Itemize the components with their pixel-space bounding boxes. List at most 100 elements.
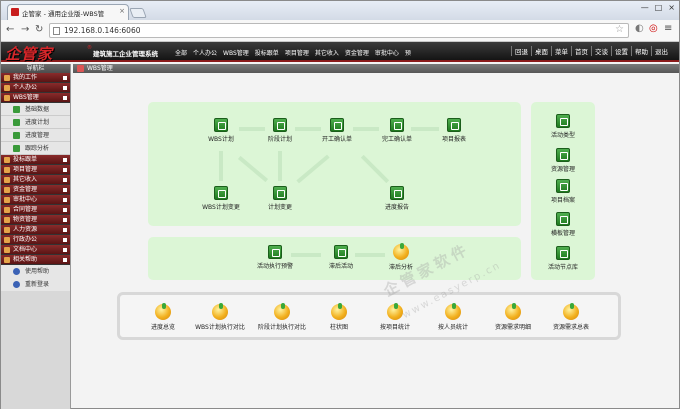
system-name: 建筑施工企业管理系统 (93, 50, 158, 58)
chat-link[interactable]: 交谈 (591, 46, 611, 56)
expand-icon (63, 208, 67, 212)
sidebar-item-label: 相关帮助 (13, 256, 38, 263)
logout-link[interactable]: 退出 (651, 46, 671, 56)
sidebar-subitem-tracking[interactable]: 跟踪分析 (1, 142, 70, 155)
node-activity-type[interactable]: 活动类型 (537, 114, 589, 139)
sidebar-item-bidding[interactable]: 投标跟单 (1, 155, 70, 165)
node-project-report[interactable]: 项目报表 (428, 118, 480, 143)
top-menu-item[interactable]: WBS管理 (221, 48, 251, 57)
sidebar-item-wbs[interactable]: WBS管理 (1, 93, 70, 103)
reload-icon[interactable]: ↻ (35, 24, 43, 35)
sidebar-item-materials[interactable]: 物资管理 (1, 215, 70, 225)
sidebar-item-docs[interactable]: 文档中心 (1, 245, 70, 255)
sidebar-subitem-progress-mgmt[interactable]: 进度管理 (1, 129, 70, 142)
sidebar-item-label: 人力资源 (13, 226, 38, 233)
sidebar-subitem-base-data[interactable]: 基础数据 (1, 103, 70, 116)
sidebar-subitem-progress-plan[interactable]: 进度计划 (1, 116, 70, 129)
report-resource-summary[interactable]: 资源需求总表 (545, 303, 597, 331)
node-lagging-activity[interactable]: 滞后活动 (315, 245, 367, 270)
node-activity-library[interactable]: 活动节点库 (537, 246, 589, 271)
opera-icon[interactable]: ◎ (649, 23, 658, 34)
browser-window: 企管家 - 通用企业版-WBS管 × — □ × ← → ↻ 192.168.0… (0, 0, 680, 409)
sidebar-item-help[interactable]: 相关帮助 (1, 255, 70, 265)
report-progress-overview[interactable]: 进度总览 (137, 303, 189, 331)
expand-icon (63, 198, 67, 202)
node-wbs-plan[interactable]: WBS计划 (195, 118, 247, 143)
top-menu-item[interactable]: 投标跟单 (253, 48, 281, 57)
report-icon (331, 303, 347, 320)
page-icon (53, 27, 60, 35)
report-bar-chart[interactable]: 柱状图 (313, 303, 365, 331)
menu-icon[interactable]: ≡ (664, 23, 672, 34)
finish-confirm-icon (390, 118, 404, 132)
sidebar-item-my-work[interactable]: 我的工作 (1, 73, 70, 83)
top-menu-item[interactable]: 预 (403, 48, 413, 57)
node-label: WBS计划 (208, 136, 234, 143)
maximize-button[interactable]: □ (655, 3, 663, 12)
sidebar-title: 导航栏 (1, 64, 70, 73)
node-label: 活动节点库 (547, 264, 578, 271)
tab-close-icon[interactable]: × (119, 7, 125, 15)
collapse-icon (63, 96, 67, 100)
settings-link[interactable]: 设置 (611, 46, 631, 56)
help-link[interactable]: 帮助 (631, 46, 651, 56)
node-start-confirm[interactable]: 开工确认单 (311, 118, 363, 143)
node-label: 资源需求总表 (552, 324, 589, 331)
sidebar-subitem-relogin[interactable]: 重新登录 (1, 278, 70, 291)
sidebar-item-project[interactable]: 项目管理 (1, 165, 70, 175)
top-menu-item[interactable]: 审批中心 (373, 48, 401, 57)
node-finish-confirm[interactable]: 完工确认单 (371, 118, 423, 143)
extension-icon[interactable]: ◐ (635, 23, 644, 34)
top-menu-item[interactable]: 全部 (173, 48, 189, 57)
node-project-archive[interactable]: 项目档案 (537, 179, 589, 204)
sidebar-subitem-user-help[interactable]: 使用帮助 (1, 265, 70, 278)
sidebar-item-admin[interactable]: 行政办公 (1, 235, 70, 245)
expand-icon (63, 86, 67, 90)
bookmark-star-icon[interactable]: ☆ (615, 24, 624, 35)
report-stage-compare[interactable]: 阶段计划执行对比 (249, 303, 315, 331)
report-resource-detail[interactable]: 资源需求明细 (487, 303, 539, 331)
close-button[interactable]: × (668, 3, 675, 12)
report-icon (274, 303, 290, 320)
back-icon[interactable]: ← (6, 24, 14, 35)
forward-icon[interactable]: → (21, 24, 29, 35)
node-activity-warning[interactable]: 活动执行预警 (249, 245, 301, 270)
node-wbs-change[interactable]: WBS计划变更 (195, 186, 247, 211)
node-label: 完工确认单 (381, 136, 412, 143)
node-plan-change[interactable]: 计划变更 (254, 186, 306, 211)
node-stage-plan[interactable]: 阶段计划 (254, 118, 306, 143)
report-by-person[interactable]: 按人员统计 (427, 303, 479, 331)
sidebar-item-contract[interactable]: 合同管理 (1, 205, 70, 215)
collapse-icon (63, 258, 67, 262)
desktop-link[interactable]: 桌面 (531, 46, 551, 56)
report-wbs-compare[interactable]: WBS计划执行对比 (187, 303, 253, 331)
sidebar-item-hr[interactable]: 人力资源 (1, 225, 70, 235)
menu-link[interactable]: 菜单 (551, 46, 571, 56)
node-resource-mgmt[interactable]: 资源管理 (537, 148, 589, 173)
node-label: 按项目统计 (379, 324, 410, 331)
minimize-button[interactable]: — (641, 3, 649, 12)
project-archive-icon (556, 179, 570, 193)
node-label: 开工确认单 (321, 136, 352, 143)
top-menu-item[interactable]: 其它收入 (313, 48, 341, 57)
template-mgmt-icon (556, 212, 570, 226)
sidebar-item-personal[interactable]: 个人办公 (1, 83, 70, 93)
browser-tab[interactable]: 企管家 - 通用企业版-WBS管 × (7, 4, 129, 20)
new-tab-button[interactable] (129, 8, 147, 18)
node-label: 计划变更 (267, 204, 292, 211)
home-link[interactable]: 首页 (571, 46, 591, 56)
top-menu-item[interactable]: 个人办公 (191, 48, 219, 57)
sidebar-item-funds[interactable]: 资金管理 (1, 185, 70, 195)
sidebar-item-other-income[interactable]: 其它收入 (1, 175, 70, 185)
top-menu-item[interactable]: 资金管理 (343, 48, 371, 57)
app-logo: 企管家 (5, 45, 54, 63)
address-bar[interactable]: 192.168.0.146:6060 ☆ (49, 23, 629, 38)
node-template-mgmt[interactable]: 横板管理 (537, 212, 589, 237)
top-menu-item[interactable]: 项目管理 (283, 48, 311, 57)
wbs-change-icon (214, 186, 228, 200)
node-label: 活动执行预警 (256, 263, 293, 270)
sidebar-item-approval[interactable]: 审批中心 (1, 195, 70, 205)
sidebar-item-label: WBS管理 (13, 94, 39, 101)
back-link[interactable]: 回退 (511, 46, 531, 56)
node-progress-report[interactable]: 进度报告 (371, 186, 423, 211)
